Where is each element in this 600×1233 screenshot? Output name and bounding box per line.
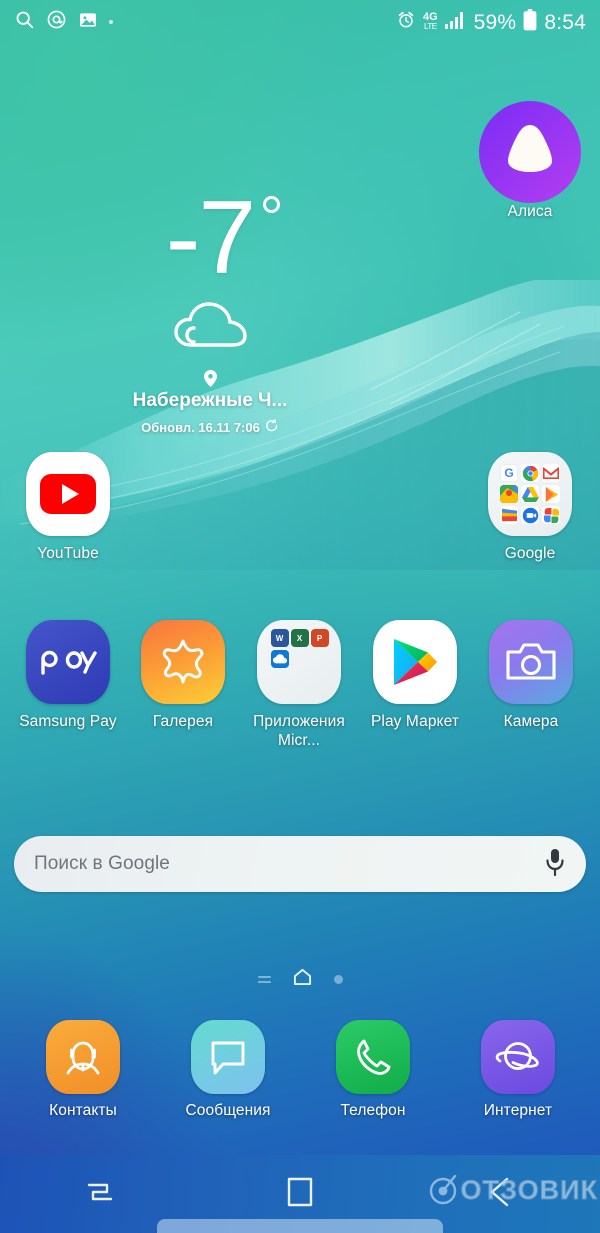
alarm-icon bbox=[396, 10, 416, 35]
dock: Контакты Сообщения Телефон Интернет bbox=[0, 1020, 600, 1150]
status-bar: 4G LTE 59% 8:54 bbox=[0, 0, 600, 44]
dock-app-internet-label: Интернет bbox=[483, 1102, 553, 1119]
cloud-icon bbox=[0, 300, 420, 352]
microphone-icon[interactable] bbox=[544, 847, 566, 882]
dock-app-internet[interactable]: Интернет bbox=[453, 1020, 583, 1120]
recents-icon[interactable] bbox=[83, 1177, 117, 1212]
network-type-indicator: 4G LTE bbox=[422, 11, 438, 32]
page-dot[interactable] bbox=[333, 975, 343, 984]
battery-icon bbox=[523, 8, 537, 36]
weather-temperature: -7 bbox=[166, 186, 281, 290]
app-samsung-pay-label: Samsung Pay bbox=[19, 713, 117, 730]
app-youtube[interactable]: YouTube bbox=[12, 452, 124, 563]
google-search-bar[interactable]: Поиск в Google bbox=[14, 836, 586, 892]
weather-city: Набережные Ч... bbox=[132, 390, 288, 411]
widget-alisa[interactable]: Алиса bbox=[474, 101, 586, 221]
folder-icon-play-music bbox=[542, 485, 560, 503]
weather-updated-text: Обновл. 16.11 7:06 bbox=[141, 420, 260, 435]
internet-icon[interactable] bbox=[481, 1020, 555, 1094]
battery-percent: 59% bbox=[473, 10, 517, 34]
camera-icon[interactable] bbox=[489, 620, 573, 704]
degree-symbol bbox=[263, 196, 281, 213]
messages-icon[interactable] bbox=[191, 1020, 265, 1094]
app-play-market[interactable]: Play Маркет bbox=[359, 620, 471, 731]
weather-updated: Обновл. 16.11 7:06 bbox=[0, 419, 420, 436]
play-store-icon[interactable] bbox=[373, 620, 457, 704]
dock-app-phone-label: Телефон bbox=[340, 1102, 406, 1119]
app-camera[interactable]: Камера bbox=[475, 620, 587, 731]
folder-microsoft-apps-label: Приложения Micr... bbox=[253, 713, 345, 749]
folder-google[interactable]: G Google bbox=[474, 452, 586, 563]
recents-button[interactable] bbox=[40, 1164, 160, 1224]
folder-icon-maps bbox=[500, 485, 518, 503]
clock-time: 8:54 bbox=[544, 10, 586, 34]
refresh-icon[interactable] bbox=[265, 419, 279, 436]
dock-app-phone[interactable]: Телефон bbox=[308, 1020, 438, 1120]
search-input[interactable]: Поиск в Google bbox=[34, 853, 544, 875]
folder-icon-play-movies bbox=[500, 506, 518, 524]
folder-icon-duo bbox=[521, 506, 539, 524]
dot-indicator bbox=[109, 20, 113, 24]
google-folder-icon[interactable]: G bbox=[488, 452, 572, 536]
gallery-icon[interactable] bbox=[141, 620, 225, 704]
app-camera-label: Камера bbox=[503, 713, 559, 730]
app-gallery-label: Галерея bbox=[152, 713, 214, 730]
folder-icon-drive bbox=[521, 485, 539, 503]
page-indicator bbox=[0, 968, 600, 991]
alisa-icon[interactable] bbox=[479, 101, 581, 203]
folder-icon-chrome bbox=[521, 464, 539, 482]
widget-alisa-label: Алиса bbox=[507, 203, 553, 220]
folder-google-label: Google bbox=[504, 545, 556, 562]
contacts-icon[interactable] bbox=[46, 1020, 120, 1094]
otzovik-watermark-text: ОТЗОВИК bbox=[460, 1175, 598, 1206]
app-samsung-pay[interactable]: Samsung Pay bbox=[12, 620, 124, 731]
status-bar-notifications bbox=[14, 9, 113, 35]
dock-app-contacts-label: Контакты bbox=[49, 1102, 117, 1119]
folder-icon-google: G bbox=[500, 464, 518, 482]
folder-icon-excel: X bbox=[290, 629, 309, 647]
status-bar-system: 4G LTE 59% 8:54 bbox=[396, 8, 586, 36]
app-play-market-label: Play Маркет bbox=[370, 713, 460, 730]
dock-app-messages[interactable]: Сообщения bbox=[163, 1020, 293, 1120]
location-pin-icon bbox=[0, 370, 420, 387]
lines-icon[interactable] bbox=[257, 976, 271, 983]
folder-icon-gmail bbox=[542, 464, 560, 482]
folder-icon-powerpoint: P bbox=[310, 629, 329, 647]
phone-screen: 4G LTE 59% 8:54 Алиса -7 Набережные Ч...… bbox=[0, 0, 600, 1233]
otzovik-logo-icon bbox=[425, 1170, 461, 1211]
folder-icon-onedrive bbox=[270, 650, 289, 668]
temperature-value: -7 bbox=[165, 180, 256, 296]
signal-bars-icon bbox=[444, 11, 467, 34]
email-icon bbox=[46, 9, 67, 35]
phone-icon[interactable] bbox=[336, 1020, 410, 1094]
dock-app-messages-label: Сообщения bbox=[185, 1102, 271, 1119]
app-youtube-label: YouTube bbox=[37, 545, 99, 562]
home-icon[interactable] bbox=[293, 968, 312, 991]
home-square-icon[interactable] bbox=[285, 1175, 315, 1214]
youtube-icon[interactable] bbox=[26, 452, 110, 536]
home-button[interactable] bbox=[240, 1164, 360, 1224]
app-gallery[interactable]: Галерея bbox=[127, 620, 239, 731]
samsung-pay-icon[interactable] bbox=[26, 620, 110, 704]
weather-widget[interactable]: -7 Набережные Ч... Обновл. 16.11 7:06 bbox=[0, 186, 420, 436]
search-icon bbox=[14, 9, 35, 35]
folder-microsoft-apps[interactable]: W X P Приложения Micr... bbox=[243, 620, 355, 750]
folder-icon-photos bbox=[542, 506, 560, 524]
image-icon bbox=[78, 10, 98, 35]
microsoft-folder-icon[interactable]: W X P bbox=[257, 620, 341, 704]
dock-app-contacts[interactable]: Контакты bbox=[18, 1020, 148, 1120]
otzovik-watermark: ОТЗОВИК bbox=[425, 1170, 598, 1211]
folder-icon-word: W bbox=[270, 629, 289, 647]
gesture-handle[interactable] bbox=[157, 1219, 443, 1233]
